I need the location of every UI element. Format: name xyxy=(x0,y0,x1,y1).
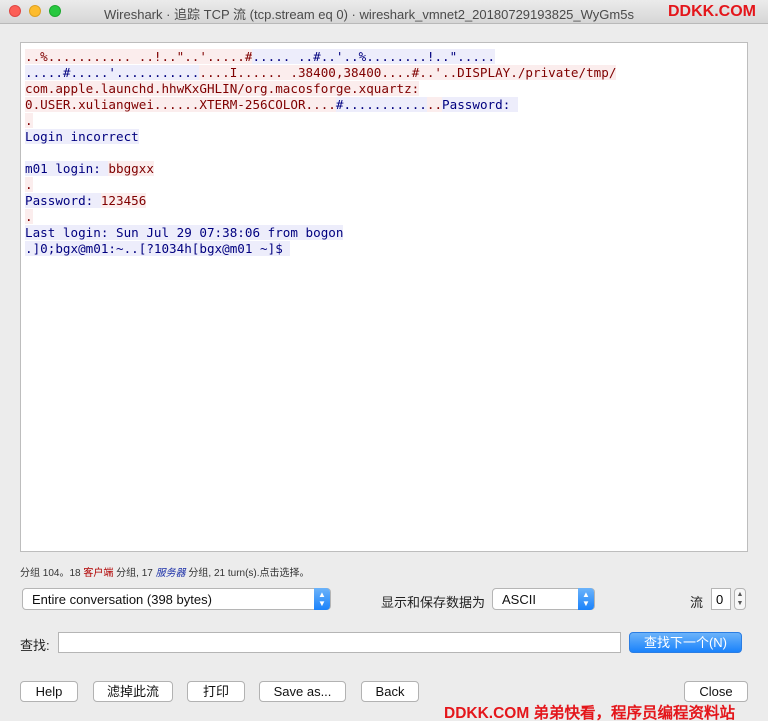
window-title: Wireshark · 追踪 TCP 流 (tcp.stream eq 0) ·… xyxy=(104,7,634,22)
server-link[interactable]: 服务器 xyxy=(156,568,186,579)
help-button[interactable]: Help xyxy=(20,681,78,702)
client-data-segment: . xyxy=(25,113,33,128)
stream-content-area[interactable]: ..%........... ..!.."..'.....#..... ..#.… xyxy=(20,42,748,552)
server-data-segment: .....#.....'........... xyxy=(25,65,200,80)
conversation-select[interactable]: Entire conversation (398 bytes) ▲ ▼ xyxy=(22,588,331,610)
find-label: 查找: xyxy=(20,638,50,653)
stream-stepper-icon[interactable]: ▲ ▼ xyxy=(734,588,746,610)
stream-line: . xyxy=(25,113,743,129)
print-button[interactable]: 打印 xyxy=(187,681,245,702)
server-data-segment: Password: xyxy=(442,97,518,112)
stream-label: 流 xyxy=(690,595,704,610)
stream-line: m01 login: bbggxx xyxy=(25,161,743,177)
stream-line: .]0;bgx@m01:~..[?1034h[bgx@m01 ~]$ xyxy=(25,241,743,257)
filter-out-button[interactable]: 滤掉此流 xyxy=(93,681,173,702)
stream-line: . xyxy=(25,177,743,193)
packet-stats[interactable]: 分组 104。18 客户端 分组, 17 服务器 分组, 21 turn(s).… xyxy=(20,564,310,579)
client-data-segment: bbggxx xyxy=(108,161,154,176)
server-data-segment: Last login: Sun Jul 29 07:38:06 from bog… xyxy=(25,225,344,240)
stream-line: Password: 123456 xyxy=(25,193,743,209)
stream-line: 0.USER.xuliangwei......XTERM-256COLOR...… xyxy=(25,97,743,113)
close-button[interactable]: Close xyxy=(684,681,748,702)
server-data-segment: Password: xyxy=(25,193,101,208)
stream-number-field[interactable]: 0 xyxy=(711,588,731,610)
client-data-segment: ..%........... ..!.."..'.....# xyxy=(25,49,253,64)
watermark-bottom: DDKK.COM 弟弟快看，程序员编程资料站 xyxy=(444,705,736,721)
stream-line: com.apple.launchd.hhwKxGHLIN/org.macosfo… xyxy=(25,81,743,97)
server-data-segment: Login incorrect xyxy=(25,129,139,144)
server-data-segment: .]0;bgx@m01:~..[?1034h[bgx@m01 ~]$ xyxy=(25,241,291,256)
stats-prefix: 分组 104。18 xyxy=(20,568,84,579)
window-minimize-icon[interactable] xyxy=(29,5,41,17)
server-data-segment: ..... ..#..'..%........!.."..... xyxy=(252,49,496,64)
conversation-select-value: Entire conversation (398 bytes) xyxy=(32,592,212,607)
stream-line: Last login: Sun Jul 29 07:38:06 from bog… xyxy=(25,225,743,241)
format-select[interactable]: ASCII ▲ ▼ xyxy=(492,588,595,610)
client-data-segment: ....I...... .38400,38400....#..'..DISPLA… xyxy=(199,65,617,80)
server-data-segment: #........... xyxy=(335,97,427,112)
stream-line: Login incorrect xyxy=(25,129,743,145)
window-close-icon[interactable] xyxy=(9,5,21,17)
stream-line: ..%........... ..!.."..'.....#..... ..#.… xyxy=(25,49,743,65)
title-bar: Wireshark · 追踪 TCP 流 (tcp.stream eq 0) ·… xyxy=(0,0,768,24)
format-select-value: ASCII xyxy=(502,592,536,607)
server-data-segment: m01 login: xyxy=(25,161,109,176)
stats-suffix: 分组, 21 turn(s).点击选择。 xyxy=(185,568,310,579)
save-as-button[interactable]: Save as... xyxy=(259,681,346,702)
find-next-button[interactable]: 查找下一个(N) xyxy=(629,632,742,653)
stats-middle: 分组, 17 xyxy=(113,568,156,579)
stream-line: . xyxy=(25,209,743,225)
back-button[interactable]: Back xyxy=(361,681,419,702)
client-data-segment: 0.USER.xuliangwei......XTERM-256COLOR...… xyxy=(25,97,336,112)
select-chevron-icon: ▲ ▼ xyxy=(578,588,594,610)
display-format-label: 显示和保存数据为 xyxy=(381,595,486,610)
stream-line: .....#.....'...............I...... .3840… xyxy=(25,65,743,81)
client-data-segment: 123456 xyxy=(100,193,147,208)
watermark-top: DDKK.COM xyxy=(668,3,756,20)
select-chevron-icon: ▲ ▼ xyxy=(314,588,330,610)
stream-line xyxy=(25,145,743,161)
client-data-segment: .. xyxy=(426,97,443,112)
window-maximize-icon[interactable] xyxy=(49,5,61,17)
find-input[interactable] xyxy=(58,632,621,653)
client-data-segment: . xyxy=(25,209,33,224)
client-link[interactable]: 客户端 xyxy=(83,568,113,579)
client-data-segment: com.apple.launchd.hhwKxGHLIN/org.macosfo… xyxy=(25,81,420,96)
client-data-segment: . xyxy=(25,177,33,192)
